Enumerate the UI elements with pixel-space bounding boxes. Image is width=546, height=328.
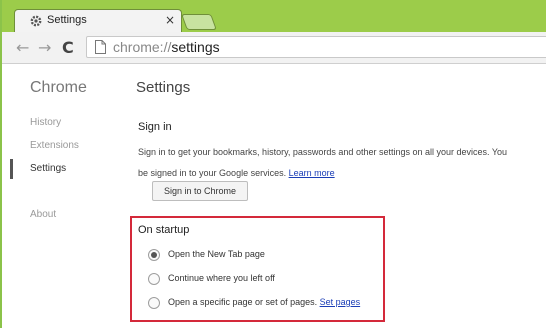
page-title: Settings bbox=[136, 79, 191, 96]
learn-more-link[interactable]: Learn more bbox=[289, 168, 335, 178]
main-content: Settings Sign in Sign in to get your boo… bbox=[130, 65, 546, 328]
on-startup-highlight: On startup Open the New Tab page Continu… bbox=[130, 216, 385, 322]
signin-text-line1: Sign in to get your bookmarks, history, … bbox=[138, 147, 508, 157]
signin-description: Sign in to get your bookmarks, history, … bbox=[138, 142, 546, 184]
sidebar-item-about[interactable]: About bbox=[30, 209, 56, 220]
url-text: chrome://settings bbox=[113, 39, 220, 55]
reload-icon[interactable]: C bbox=[62, 38, 74, 57]
radio-label: Continue where you left off bbox=[168, 273, 275, 283]
tab-strip: Settings × bbox=[2, 0, 546, 33]
sidebar-item-extensions[interactable]: Extensions bbox=[30, 140, 79, 151]
tab-settings[interactable]: Settings × bbox=[14, 9, 182, 33]
sidebar-item-settings[interactable]: Settings bbox=[30, 163, 66, 174]
radio-label: Open the New Tab page bbox=[168, 249, 265, 259]
sidebar-title: Chrome bbox=[30, 79, 87, 96]
radio-label-text: Open a specific page or set of pages. bbox=[168, 297, 318, 307]
radio-button-checked[interactable] bbox=[148, 249, 160, 261]
sign-in-button[interactable]: Sign in to Chrome bbox=[152, 181, 248, 201]
gear-icon bbox=[30, 15, 42, 27]
page-icon bbox=[95, 40, 106, 54]
browser-window: Settings × ← → C chrome://settings Chrom… bbox=[0, 0, 546, 328]
address-bar[interactable]: chrome://settings bbox=[86, 36, 546, 58]
radio-button[interactable] bbox=[148, 297, 160, 309]
radio-label: Open a specific page or set of pages. Se… bbox=[168, 297, 360, 307]
url-host: settings bbox=[171, 39, 220, 55]
close-tab-icon[interactable]: × bbox=[165, 13, 175, 27]
sidebar-item-history[interactable]: History bbox=[30, 117, 61, 128]
set-pages-link[interactable]: Set pages bbox=[320, 297, 361, 307]
back-arrow-icon[interactable]: ← bbox=[16, 38, 29, 57]
startup-heading: On startup bbox=[138, 224, 190, 236]
tab-title: Settings bbox=[47, 14, 87, 26]
new-tab-button[interactable] bbox=[181, 14, 217, 30]
forward-arrow-icon[interactable]: → bbox=[38, 38, 51, 57]
settings-page: Chrome History Extensions Settings About… bbox=[4, 65, 546, 328]
sidebar: Chrome History Extensions Settings About bbox=[4, 65, 124, 328]
signin-heading: Sign in bbox=[138, 121, 172, 133]
active-item-marker bbox=[10, 159, 13, 179]
toolbar: ← → C chrome://settings bbox=[2, 32, 546, 64]
radio-button[interactable] bbox=[148, 273, 160, 285]
signin-text-line2-text: be signed in to your Google services. bbox=[138, 168, 287, 178]
url-scheme: chrome:// bbox=[113, 39, 172, 55]
